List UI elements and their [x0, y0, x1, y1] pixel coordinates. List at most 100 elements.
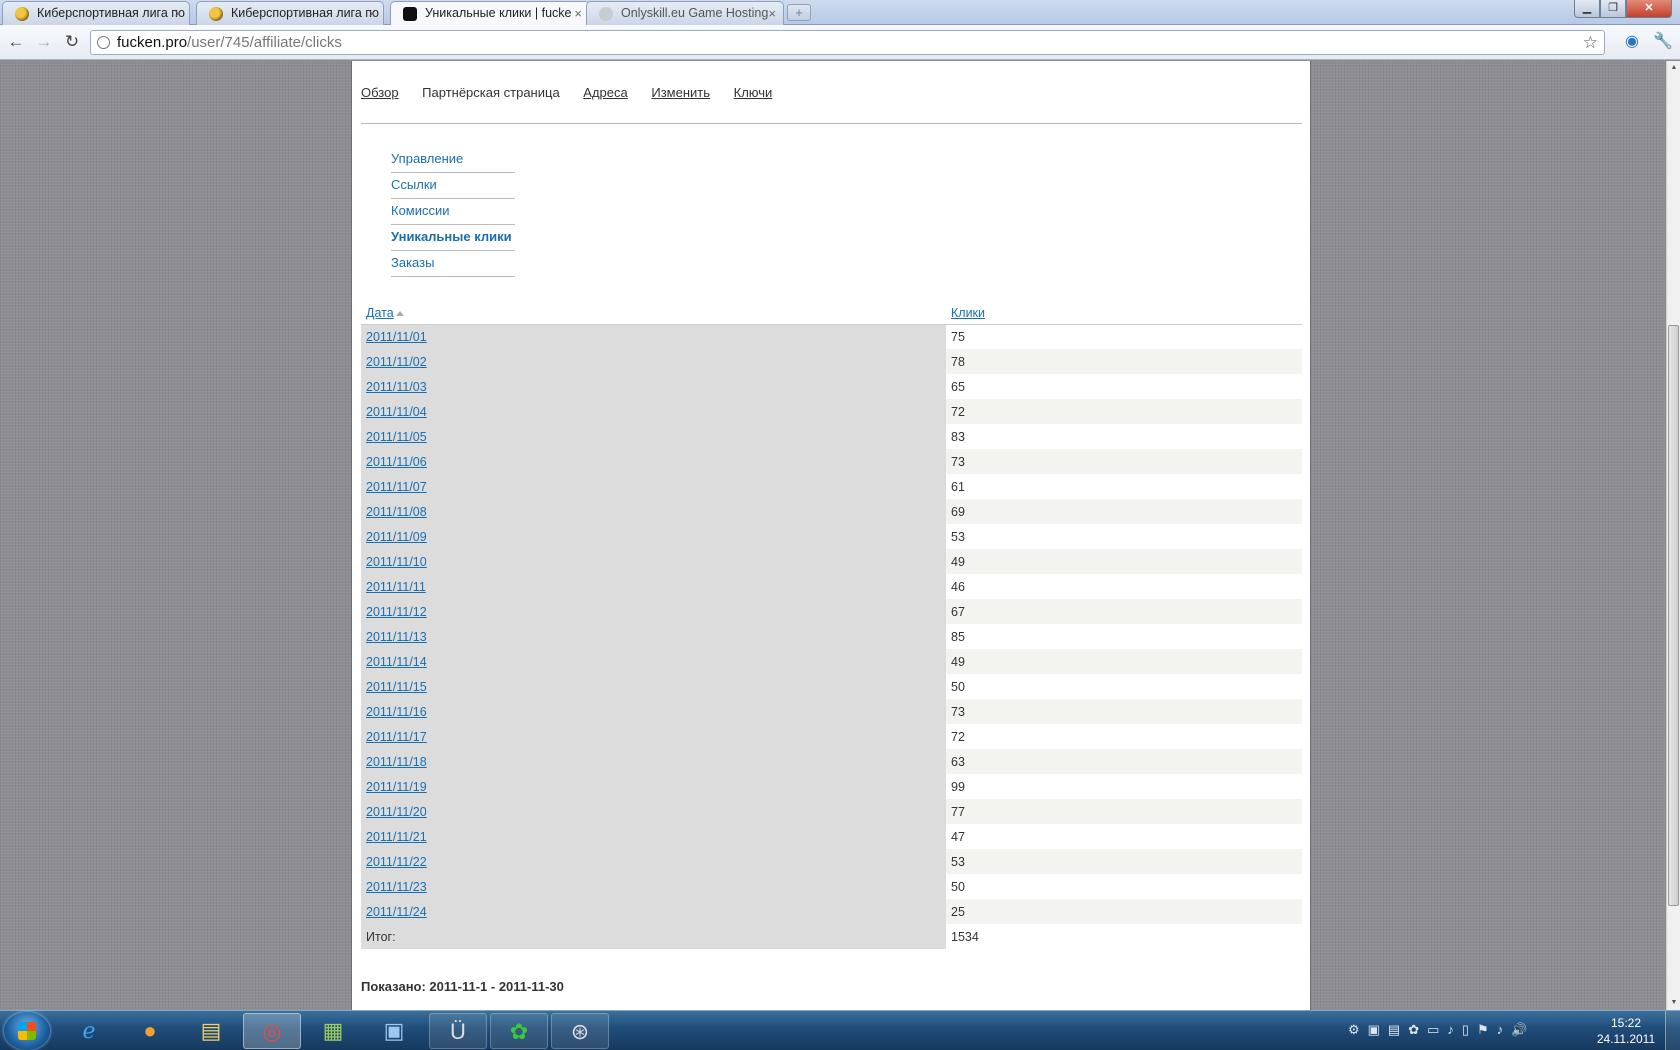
close-icon[interactable]: × [174, 2, 182, 25]
date-link[interactable]: 2011/11/22 [366, 855, 427, 869]
start-button[interactable] [4, 1012, 50, 1050]
date-link[interactable]: 2011/11/06 [366, 455, 427, 469]
maximize-button[interactable]: ❐ [1600, 0, 1626, 18]
clicks-cell: 73 [946, 699, 1302, 724]
bookmark-star-icon[interactable]: ☆ [1583, 31, 1598, 54]
clicks-cell: 83 [946, 424, 1302, 449]
table-row: 2011/11/02 78 [361, 349, 1302, 374]
table-row: 2011/11/07 61 [361, 474, 1302, 499]
task-manager-icon[interactable]: ▦ [304, 1013, 362, 1049]
show-desktop-button[interactable] [1665, 1011, 1680, 1050]
clicks-cell: 46 [946, 574, 1302, 599]
menu-item-links[interactable]: Ссылки [391, 173, 515, 199]
minimize-button[interactable]: ▁ [1574, 0, 1600, 18]
date-link[interactable]: 2011/11/01 [366, 330, 427, 344]
scroll-up-arrow-icon[interactable]: ▲ [1667, 61, 1680, 75]
date-link[interactable]: 2011/11/04 [366, 405, 427, 419]
date-link[interactable]: 2011/11/16 [366, 705, 427, 719]
shown-range: Показано: 2011-11-1 - 2011-11-30 [361, 979, 564, 994]
date-link[interactable]: 2011/11/21 [366, 830, 427, 844]
date-link[interactable]: 2011/11/17 [366, 730, 427, 744]
date-cell: 2011/11/01 [361, 324, 946, 349]
wolf-favicon-icon [403, 7, 417, 21]
back-button[interactable]: ← [5, 32, 27, 52]
network-icon[interactable]: ▣ [365, 1013, 423, 1049]
menu-item-commissions[interactable]: Комиссии [391, 199, 515, 225]
tab-edit[interactable]: Изменить [651, 85, 710, 100]
close-icon[interactable]: × [368, 2, 376, 25]
secondary-menu: Управление Ссылки Комиссии Уникальные кл… [391, 147, 515, 277]
taskbar: ℯ ● ▤ ◎ ▦ ▣ Ü ✿ ⊛ ⚙▣▤✿▭♪▯⚑♪🔊 15:22 24.11… [0, 1010, 1680, 1050]
date-link[interactable]: 2011/11/08 [366, 505, 427, 519]
messenger-icon[interactable]: ● [121, 1013, 179, 1049]
url-host: fucken.pro [117, 34, 188, 51]
date-link[interactable]: 2011/11/12 [366, 605, 427, 619]
date-cell: 2011/11/20 [361, 799, 946, 824]
new-tab-button[interactable]: + [787, 4, 811, 21]
icq-icon[interactable]: ✿ [490, 1013, 548, 1049]
tab-overview[interactable]: Обзор [361, 85, 399, 100]
internet-explorer-icon[interactable]: ℯ [60, 1013, 118, 1049]
globe-favicon-icon [599, 7, 613, 21]
date-link[interactable]: 2011/11/15 [366, 680, 427, 694]
scroll-down-arrow-icon[interactable]: ▼ [1667, 996, 1680, 1010]
sort-by-date-link[interactable]: Дата [366, 306, 394, 320]
date-cell: 2011/11/16 [361, 699, 946, 724]
date-link[interactable]: 2011/11/11 [366, 580, 426, 594]
menu-item-unique-clicks[interactable]: Уникальные клики [391, 225, 515, 251]
clicks-cell: 78 [946, 349, 1302, 374]
table-row: 2011/11/04 72 [361, 399, 1302, 424]
steam-icon[interactable]: ⊛ [551, 1013, 609, 1049]
tab-addresses[interactable]: Адреса [583, 85, 627, 100]
clicks-cell: 69 [946, 499, 1302, 524]
tab-title: Уникальные клики | fucke [425, 6, 572, 20]
address-bar[interactable]: fucken.pro/user/745/affiliate/clicks ☆ [90, 30, 1605, 55]
clock-time: 15:22 [1610, 1016, 1642, 1030]
extension-icon[interactable]: ◉ [1621, 31, 1643, 53]
browser-tab-3[interactable]: Уникальные клики | fucke × [390, 1, 590, 26]
page-info-icon[interactable] [97, 36, 110, 49]
table-row: 2011/11/06 73 [361, 449, 1302, 474]
vertical-scrollbar[interactable]: ▲ ▼ [1666, 61, 1680, 1010]
date-link[interactable]: 2011/11/18 [366, 755, 427, 769]
browser-tab-1[interactable]: Киберспортивная лига по × [2, 1, 190, 25]
date-link[interactable]: 2011/11/07 [366, 480, 427, 494]
close-icon[interactable]: × [768, 2, 776, 25]
file-explorer-icon[interactable]: ▤ [182, 1013, 240, 1049]
browser-tab-4[interactable]: Onlyskill.eu Game Hosting × [586, 1, 784, 25]
system-tray[interactable]: ⚙▣▤✿▭♪▯⚑♪🔊 [1348, 1022, 1535, 1040]
chrome-icon[interactable]: ◎ [243, 1013, 301, 1049]
date-link[interactable]: 2011/11/23 [366, 880, 427, 894]
sort-by-clicks-link[interactable]: Клики [951, 306, 985, 320]
clicks-cell: 63 [946, 749, 1302, 774]
close-icon[interactable]: × [574, 2, 582, 25]
clicks-cell: 49 [946, 649, 1302, 674]
browser-toolbar: ← → ↻ fucken.pro/user/745/affiliate/clic… [0, 25, 1680, 60]
clicks-cell: 73 [946, 449, 1302, 474]
forward-button[interactable]: → [33, 32, 55, 52]
date-link[interactable]: 2011/11/05 [366, 430, 427, 444]
date-link[interactable]: 2011/11/10 [366, 555, 427, 569]
browser-tab-2[interactable]: Киберспортивная лига по × [196, 1, 384, 25]
date-link[interactable]: 2011/11/03 [366, 380, 427, 394]
tab-affiliate-page[interactable]: Партнёрская страница [422, 85, 560, 100]
wrench-icon[interactable]: 🔧 [1652, 31, 1674, 53]
date-link[interactable]: 2011/11/20 [366, 805, 427, 819]
date-cell: 2011/11/06 [361, 449, 946, 474]
clock[interactable]: 15:22 24.11.2011 [1593, 1015, 1659, 1047]
window-close-button[interactable]: ✕ [1626, 0, 1672, 18]
reload-button[interactable]: ↻ [61, 32, 83, 52]
ultimate-icon[interactable]: Ü [429, 1013, 487, 1049]
menu-item-orders[interactable]: Заказы [391, 251, 515, 277]
scroll-thumb[interactable] [1668, 325, 1679, 906]
date-link[interactable]: 2011/11/19 [366, 780, 427, 794]
table-row: 2011/11/11 46 [361, 574, 1302, 599]
date-link[interactable]: 2011/11/09 [366, 530, 427, 544]
page-viewport: Обзор Партнёрская страница Адреса Измени… [0, 61, 1666, 1010]
menu-item-management[interactable]: Управление [391, 147, 515, 173]
date-link[interactable]: 2011/11/14 [366, 655, 427, 669]
date-link[interactable]: 2011/11/13 [366, 630, 427, 644]
date-link[interactable]: 2011/11/02 [366, 355, 427, 369]
tab-keys[interactable]: Ключи [734, 85, 773, 100]
date-link[interactable]: 2011/11/24 [366, 905, 427, 919]
